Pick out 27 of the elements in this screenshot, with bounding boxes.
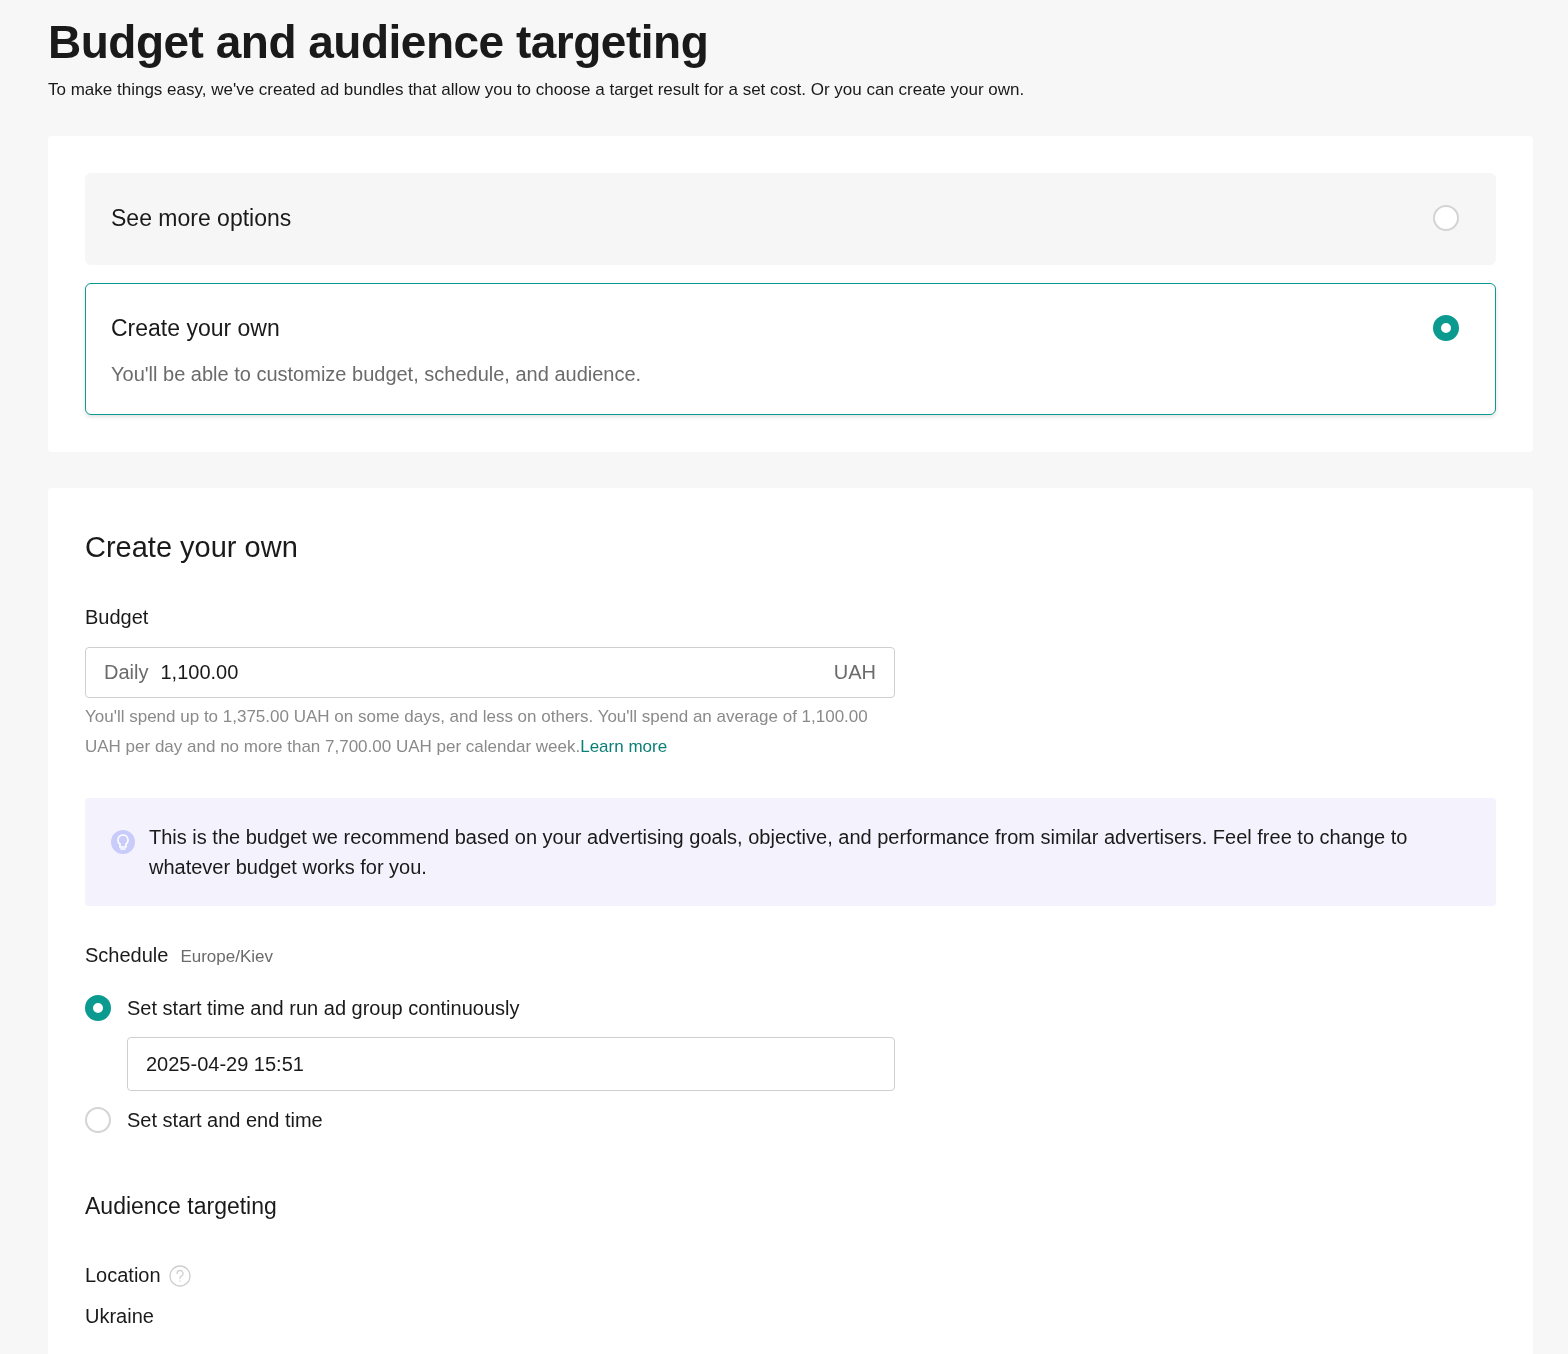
currency-label: UAH — [833, 661, 876, 684]
radio-label[interactable]: Set start and end time — [127, 1108, 323, 1132]
budget-hint: You'll spend up to 1,375.00 UAH on some days, and less on others. You'll spend an average of 1,100.00 UAH per day and no more than 7,700.00 UAH per calendar week.Learn more — [85, 706, 869, 758]
learn-more-link[interactable]: Learn more — [580, 737, 668, 756]
radio-label[interactable]: Set start time and run ad group continuously — [127, 996, 520, 1020]
section-heading: Create your own — [85, 531, 299, 564]
radio-button[interactable] — [85, 995, 111, 1021]
start-time-field[interactable]: 2025-04-29 15:51 — [127, 1037, 895, 1091]
option-title: Create your own — [111, 314, 281, 343]
help-icon[interactable] — [168, 1264, 191, 1287]
lightbulb-icon — [111, 830, 135, 854]
option-title: See more options — [111, 204, 292, 233]
option-card[interactable]: See more options — [85, 173, 1496, 265]
location-label: Location — [85, 1264, 161, 1287]
page-subtitle: To make things easy, we've created ad bundles that allow you to choose a target result for a set cost. Or you can create your own. — [48, 80, 1026, 100]
option-card[interactable]: Create your own You'll be able to customize budget, schedule, and audience. — [85, 283, 1496, 415]
section-heading: Audience targeting — [85, 1193, 278, 1220]
budget-period-label: Daily — [104, 661, 149, 684]
page-title: Budget and audience targeting — [48, 15, 710, 70]
recommendation-text: This is the budget we recommend based on your advertising goals, objective, and performance from similar advertisers. Feel free to change to whatever budget works for you. — [149, 825, 1409, 880]
location-value: Ukraine — [85, 1305, 155, 1328]
schedule-label: Schedule — [85, 944, 169, 967]
radio-button[interactable] — [1433, 315, 1459, 341]
option-description: You'll be able to customize budget, schedule, and audience. — [111, 363, 642, 386]
budget-field[interactable]: Daily 1,100.00 UAH — [85, 647, 895, 698]
budget-label: Budget — [85, 606, 150, 629]
timezone-label: Europe/Kiev — [180, 947, 274, 967]
